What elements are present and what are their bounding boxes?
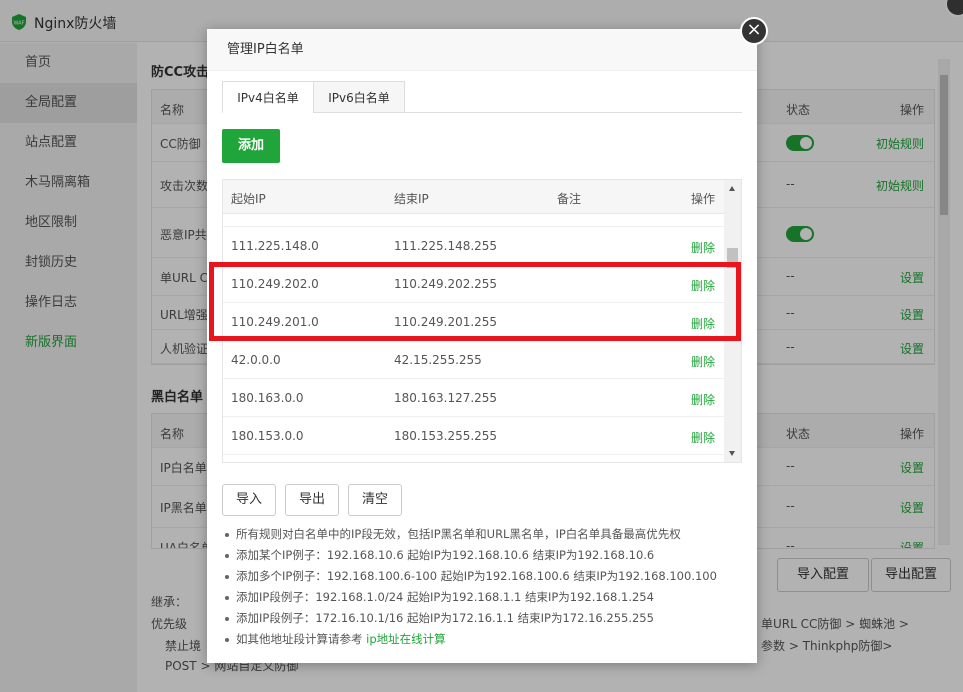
tip-item: 添加IP段例子：192.168.1.0/24 起始IP为192.168.1.1 … bbox=[222, 587, 742, 608]
highlight-box bbox=[209, 262, 741, 341]
col-end-ip: 结束IP bbox=[394, 192, 429, 206]
col-note: 备注 bbox=[557, 192, 582, 206]
start-ip: 180.163.0.0 bbox=[231, 391, 304, 405]
start-ip: 180.153.0.0 bbox=[231, 429, 304, 443]
start-ip: 42.0.0.0 bbox=[231, 353, 281, 367]
col-start-ip: 起始IP bbox=[231, 192, 266, 206]
delete-link[interactable]: 删除 bbox=[691, 429, 715, 446]
tip-item-last: 如其他地址段计算请参考 ip地址在线计算 bbox=[222, 629, 742, 650]
end-ip: 111.225.148.255 bbox=[394, 239, 498, 253]
delete-link[interactable]: 删除 bbox=[691, 353, 715, 370]
tip-item: 添加IP段例子：172.16.10.1/16 起始IP为172.16.1.1 结… bbox=[222, 608, 742, 629]
tip-item: 添加多个IP例子：192.168.100.6-100 起始IP为192.168.… bbox=[222, 566, 742, 587]
tab-ipv4-whitelist[interactable]: IPv4白名单 bbox=[222, 81, 314, 113]
end-ip: 42.15.255.255 bbox=[394, 353, 482, 367]
tip-prefix: 如其他地址段计算请参考 bbox=[236, 632, 367, 646]
tips-list: 所有规则对白名单中的IP段无效，包括IP黑名单和URL黑名单，IP白名单具备最高… bbox=[222, 524, 742, 650]
ip-whitelist-modal: 管理IP白名单 × IPv4白名单 IPv6白名单 添加 起始IP 结束IP 备… bbox=[207, 17, 768, 663]
table-row: 180.163.0.0 180.163.127.255 删除 bbox=[223, 379, 725, 417]
scroll-up-icon[interactable] bbox=[729, 186, 735, 191]
table-row: 180.153.0.0 180.153.255.255 删除 bbox=[223, 417, 725, 455]
table-header: 起始IP 结束IP 备注 操作 bbox=[223, 180, 725, 214]
end-ip: 180.163.127.255 bbox=[394, 391, 498, 405]
add-button[interactable]: 添加 bbox=[222, 129, 280, 163]
tab-ipv6-whitelist[interactable]: IPv6白名单 bbox=[313, 81, 405, 113]
delete-link[interactable]: 删除 bbox=[691, 239, 715, 256]
import-button[interactable]: 导入 bbox=[222, 484, 276, 516]
tab-bar: IPv4白名单 IPv6白名单 bbox=[222, 81, 742, 113]
start-ip: 111.225.148.0 bbox=[231, 239, 319, 253]
tip-item: 所有规则对白名单中的IP段无效，包括IP黑名单和URL黑名单，IP白名单具备最高… bbox=[222, 524, 742, 545]
table-row-partial bbox=[223, 214, 725, 227]
modal-title: 管理IP白名单 bbox=[207, 29, 757, 71]
ip-calculator-link[interactable]: ip地址在线计算 bbox=[366, 632, 446, 646]
table-row: 42.0.0.0 42.15.255.255 删除 bbox=[223, 341, 725, 379]
export-button[interactable]: 导出 bbox=[285, 484, 339, 516]
tip-item: 添加某个IP例子：192.168.10.6 起始IP为192.168.10.6 … bbox=[222, 545, 742, 566]
clear-button[interactable]: 清空 bbox=[348, 484, 402, 516]
close-icon[interactable]: × bbox=[740, 17, 768, 45]
table-row: 111.225.148.0 111.225.148.255 删除 bbox=[223, 227, 725, 265]
scroll-down-icon[interactable] bbox=[729, 451, 735, 456]
delete-link[interactable]: 删除 bbox=[691, 391, 715, 408]
col-action: 操作 bbox=[691, 192, 716, 206]
end-ip: 180.153.255.255 bbox=[394, 429, 498, 443]
